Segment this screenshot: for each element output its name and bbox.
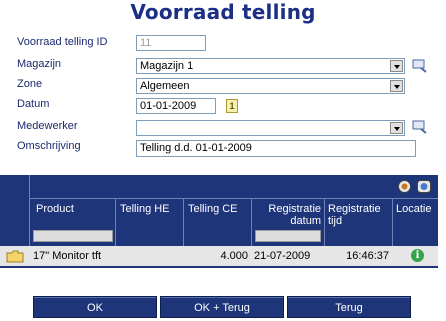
ok-button[interactable]: OK xyxy=(33,296,157,318)
search-icon[interactable] xyxy=(412,59,428,73)
refresh-icon[interactable] xyxy=(417,180,431,193)
filter-product[interactable] xyxy=(33,230,113,242)
folder-icon[interactable] xyxy=(6,250,24,263)
calendar-icon[interactable]: 1 xyxy=(226,99,238,113)
medewerker-label: Medewerker xyxy=(17,120,78,132)
omschrijving-label: Omschrijving xyxy=(17,140,81,152)
cell-product: 17" Monitor tft xyxy=(33,250,102,262)
magazijn-select[interactable]: Magazijn 1 xyxy=(136,58,405,74)
zone-label: Zone xyxy=(17,78,43,90)
col-header-product[interactable]: Product xyxy=(36,203,74,215)
omschrijving-field[interactable]: Telling d.d. 01-01-2009 xyxy=(136,140,416,157)
magazijn-value: Magazijn 1 xyxy=(140,60,194,72)
col-header-registratie-tijd[interactable]: Registratie tijd xyxy=(328,203,390,227)
col-header-telling-he[interactable]: Telling HE xyxy=(120,203,170,215)
grid-divider xyxy=(392,198,393,246)
ok-terug-button[interactable]: OK + Terug xyxy=(160,296,284,318)
terug-button[interactable]: Terug xyxy=(287,296,411,318)
id-field[interactable]: 11 xyxy=(136,35,206,51)
grid-divider xyxy=(251,198,252,246)
chevron-down-icon[interactable] xyxy=(390,60,403,72)
datum-field[interactable]: 01-01-2009 xyxy=(136,98,216,114)
datum-label: Datum xyxy=(17,98,50,110)
search-icon[interactable] xyxy=(412,120,428,134)
id-label: Voorraad telling ID xyxy=(17,36,108,48)
zone-value: Algemeen xyxy=(140,80,190,92)
col-header-locatie[interactable]: Locatie xyxy=(396,203,431,215)
cell-registratie-datum: 21-07-2009 xyxy=(254,250,311,262)
page-title: Voorraad telling xyxy=(130,0,316,24)
grid-divider xyxy=(29,198,438,199)
grid-divider xyxy=(324,198,325,246)
cell-registratie-tijd: 16:46:37 xyxy=(346,250,389,262)
col-header-telling-ce[interactable]: Telling CE xyxy=(188,203,238,215)
magazijn-label: Magazijn xyxy=(17,58,62,70)
grid-divider xyxy=(29,175,30,246)
chevron-down-icon[interactable] xyxy=(390,122,403,134)
medewerker-select[interactable] xyxy=(136,120,405,136)
grid-divider xyxy=(115,198,116,246)
chevron-down-icon[interactable] xyxy=(390,80,403,92)
zone-select[interactable]: Algemeen xyxy=(136,78,405,94)
export-icon[interactable] xyxy=(398,180,411,193)
filter-registratie-datum[interactable] xyxy=(255,230,321,242)
grid-divider xyxy=(183,198,184,246)
col-header-registratie-datum[interactable]: Registratie datum xyxy=(255,203,321,227)
cell-telling-ce: 4.000 xyxy=(220,250,248,262)
info-icon[interactable]: i xyxy=(411,249,424,262)
